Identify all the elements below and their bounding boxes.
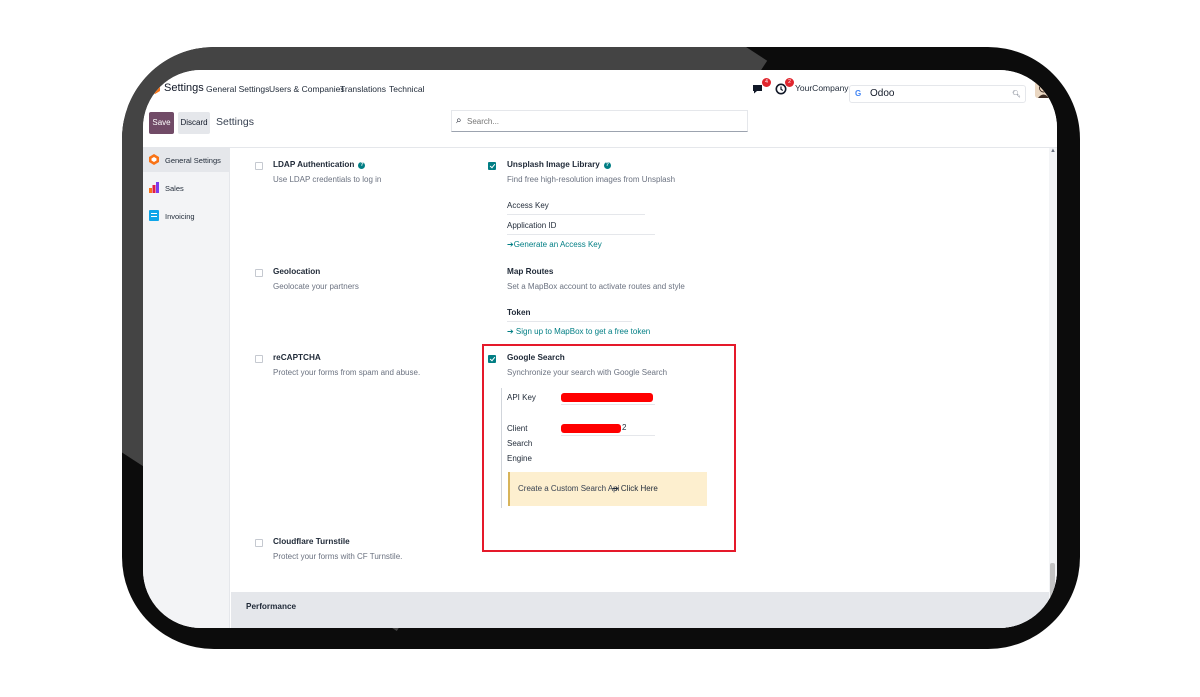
sidebar-item-label: General Settings — [165, 156, 221, 165]
geolocation-title: Geolocation — [273, 267, 321, 276]
content-scrollbar[interactable]: ▲ — [1049, 148, 1057, 628]
sales-icon — [149, 182, 159, 193]
settings-app-icon[interactable] — [150, 83, 160, 94]
recaptcha-title: reCAPTCHA — [273, 353, 321, 362]
company-switcher[interactable]: YourCompany — [795, 83, 849, 93]
recaptcha-checkbox[interactable] — [255, 355, 263, 363]
settings-content: LDAP Authentication? Use LDAP credential… — [231, 148, 1057, 628]
messages-button[interactable]: 4 — [752, 78, 771, 96]
generate-access-key-link[interactable]: ➔Generate an Access Key — [507, 240, 602, 249]
application-id-input[interactable] — [507, 234, 655, 235]
nav-technical[interactable]: Technical — [389, 84, 424, 94]
page-title: Settings — [216, 116, 254, 128]
messages-badge: 4 — [762, 78, 771, 87]
google-icon: G — [855, 89, 862, 98]
settings-search-input[interactable] — [467, 114, 737, 128]
top-navbar: Settings General Settings Users & Compan… — [143, 70, 1057, 108]
avatar-image — [1035, 81, 1052, 98]
access-key-label: Access Key — [507, 201, 549, 210]
geolocation-desc: Geolocate your partners — [273, 282, 359, 291]
device-bezel: Settings General Settings Users & Compan… — [122, 47, 1080, 649]
google-search-box[interactable]: G Odoo 🔍︎ — [849, 85, 1026, 103]
scroll-thumb[interactable] — [1050, 563, 1055, 601]
settings-sidebar: General Settings Sales Invoicing — [143, 148, 230, 628]
nav-translations[interactable]: Translations — [340, 84, 386, 94]
unsplash-checkbox[interactable] — [488, 162, 496, 170]
map-routes-title: Map Routes — [507, 267, 554, 276]
sidebar-item-invoicing[interactable]: Invoicing — [143, 204, 230, 228]
ldap-desc: Use LDAP credentials to log in — [273, 175, 382, 184]
ldap-title: LDAP Authentication? — [273, 160, 366, 169]
highlight-box — [482, 344, 736, 552]
discard-button[interactable]: Discard — [178, 112, 210, 134]
cloudflare-desc: Protect your forms with CF Turnstile. — [273, 552, 403, 561]
nav-users-companies[interactable]: Users & Companies — [269, 84, 345, 94]
unsplash-desc: Find free high-resolution images from Un… — [507, 175, 676, 184]
nav-general-settings[interactable]: General Settings — [206, 84, 269, 94]
help-icon[interactable]: ? — [358, 162, 366, 169]
sidebar-item-label: Invoicing — [165, 212, 195, 221]
token-input[interactable] — [507, 321, 632, 322]
mapbox-signup-link[interactable]: ➔ Sign up to MapBox to get a free token — [507, 327, 650, 336]
geolocation-checkbox[interactable] — [255, 269, 263, 277]
ldap-checkbox[interactable] — [255, 162, 263, 170]
access-key-input[interactable] — [507, 214, 645, 215]
search-icon[interactable]: 🔍︎ — [1012, 90, 1021, 98]
sidebar-item-sales[interactable]: Sales — [143, 176, 230, 200]
unsplash-title: Unsplash Image Library? — [507, 160, 611, 169]
cloudflare-title: Cloudflare Turnstile — [273, 537, 350, 546]
settings-search[interactable]: ⌕ — [451, 110, 748, 132]
invoicing-icon — [149, 210, 159, 221]
performance-section-header: Performance — [231, 592, 1057, 628]
sidebar-item-general-settings[interactable]: General Settings — [143, 148, 230, 172]
map-routes-desc: Set a MapBox account to activate routes … — [507, 282, 685, 291]
help-icon[interactable]: ? — [603, 162, 611, 169]
token-label: Token — [507, 308, 531, 317]
recaptcha-desc: Protect your forms from spam and abuse. — [273, 368, 421, 377]
activities-badge: 2 — [785, 78, 794, 87]
search-icon: ⌕ — [456, 115, 462, 126]
cloudflare-checkbox[interactable] — [255, 539, 263, 547]
scroll-up-arrow-icon[interactable]: ▲ — [1050, 148, 1056, 154]
control-bar: Save Discard Settings ⌕ — [143, 108, 1057, 148]
user-avatar[interactable] — [1035, 81, 1052, 98]
performance-title: Performance — [246, 602, 297, 611]
app-name[interactable]: Settings — [164, 82, 204, 94]
save-button[interactable]: Save — [149, 112, 174, 134]
screen: Settings General Settings Users & Compan… — [143, 70, 1057, 628]
google-search-value: Odoo — [870, 88, 895, 99]
general-settings-icon — [149, 154, 159, 165]
sidebar-item-label: Sales — [165, 184, 184, 193]
application-id-label: Application ID — [507, 221, 557, 230]
activities-button[interactable]: 2 — [775, 78, 794, 96]
